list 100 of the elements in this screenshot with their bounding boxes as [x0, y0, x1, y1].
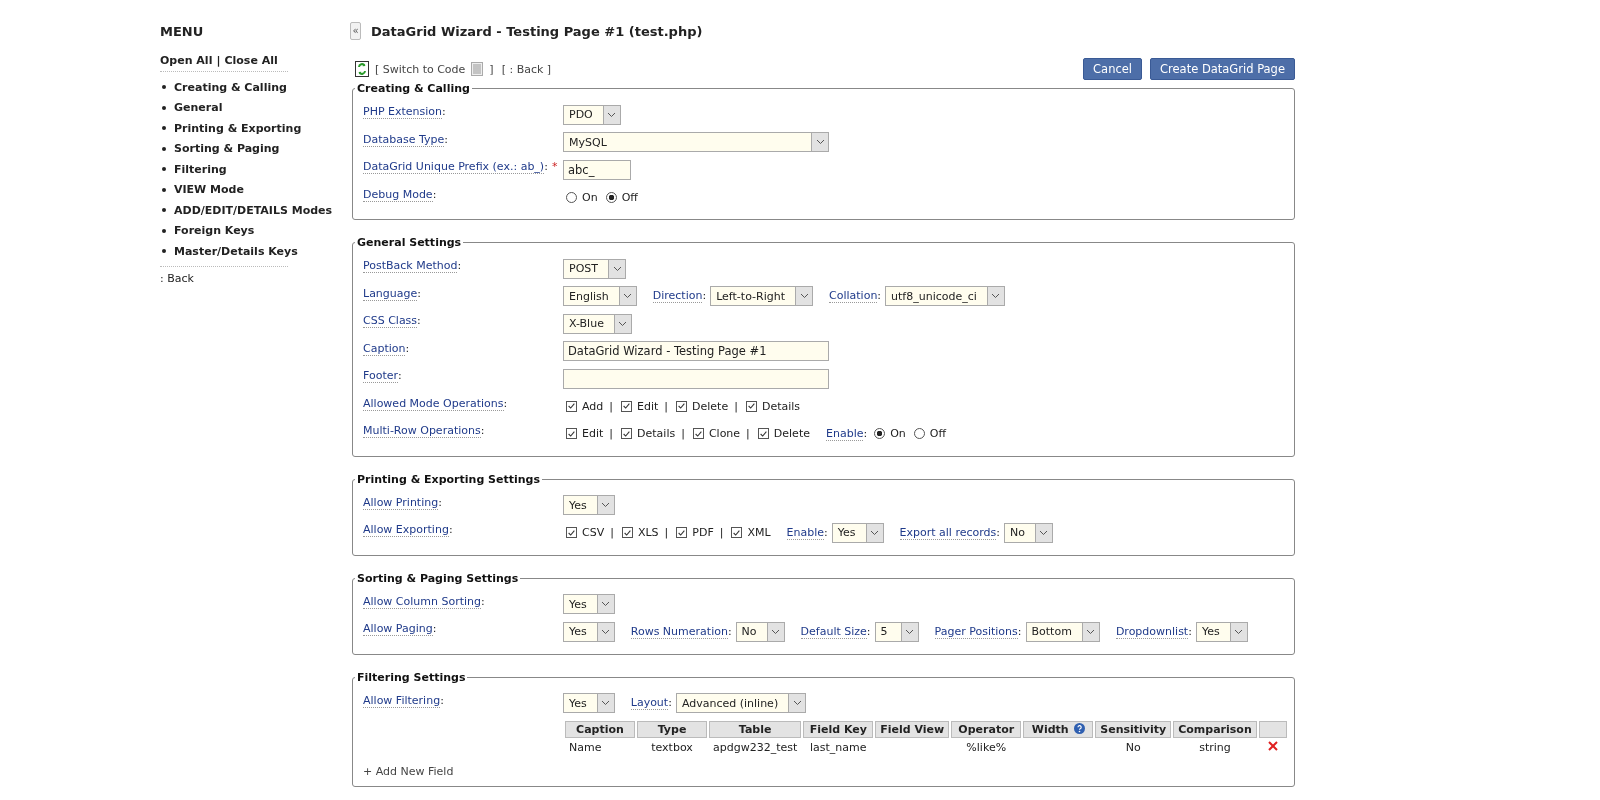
separator: |	[664, 526, 669, 540]
colon: :	[824, 525, 828, 540]
switch-to-code-link[interactable]: [ Switch to Code	[375, 62, 466, 76]
help-icon[interactable]	[1073, 723, 1085, 734]
dropdown[interactable]: Yes	[563, 495, 615, 516]
option-label: Edit	[582, 427, 604, 441]
dropdown[interactable]: No	[735, 621, 785, 642]
dropdown[interactable]: POST	[563, 258, 626, 279]
menu-item[interactable]: Creating & Calling	[174, 80, 287, 94]
bracket: ]	[489, 62, 494, 76]
separator: |	[664, 399, 669, 413]
bullet-icon	[162, 85, 166, 90]
colon: :	[877, 289, 882, 304]
menu-item[interactable]: Foreign Keys	[174, 224, 255, 238]
caret-icon	[1234, 628, 1244, 635]
action-button[interactable]: Cancel	[1083, 58, 1143, 80]
option-label: On	[582, 190, 598, 204]
separator: |	[734, 399, 738, 413]
separator: |	[681, 427, 685, 441]
checkbox[interactable]	[566, 527, 577, 539]
dropdown[interactable]: Yes	[563, 594, 615, 615]
radio-button[interactable]	[605, 191, 617, 203]
option-label: Clone	[708, 427, 741, 441]
delete-icon[interactable]	[1267, 741, 1278, 751]
table-cell: textbox	[651, 741, 693, 754]
field-label: Pager Positions	[934, 624, 1018, 639]
menu-item[interactable]: Printing & Exporting	[174, 121, 302, 135]
table-cell: last_name	[810, 741, 867, 754]
section-title: Printing & Exporting Settings	[356, 472, 542, 486]
column-header: Sensitivity	[1095, 721, 1172, 738]
colon: :	[438, 495, 442, 509]
dropdown[interactable]: PDO	[563, 104, 621, 125]
colon: :	[440, 693, 444, 707]
back-link[interactable]: : Back	[160, 271, 340, 285]
dropdown[interactable]: utf8_unicode_ci	[885, 286, 1005, 307]
caret-icon	[601, 502, 611, 509]
dropdown[interactable]: No	[1004, 522, 1053, 543]
dropdown[interactable]: Bottom	[1025, 621, 1100, 642]
open-all-link[interactable]: Open All	[160, 54, 213, 67]
dropdown[interactable]: 5	[874, 621, 919, 642]
dropdown[interactable]: MySQL	[563, 132, 829, 153]
separator: |	[609, 399, 613, 413]
menu-item[interactable]: Master/Details Keys	[174, 244, 298, 258]
refresh-icon[interactable]	[355, 61, 369, 77]
colon: :	[417, 314, 421, 327]
option-label: On	[890, 427, 906, 441]
dropdown[interactable]: Yes	[563, 621, 615, 642]
action-button[interactable]: Create DataGrid Page	[1150, 58, 1295, 80]
text-field[interactable]	[563, 368, 829, 389]
caret-icon	[792, 700, 802, 707]
menu-item[interactable]: General	[174, 101, 223, 115]
dropdown[interactable]: Left-to-Right	[710, 286, 813, 307]
menu-item[interactable]: Filtering	[174, 162, 227, 176]
back-link[interactable]: [ : Back ]	[501, 62, 552, 76]
field-label: Allowed Mode Operations	[363, 396, 504, 411]
radio-button[interactable]	[874, 428, 886, 440]
colon: :	[417, 286, 421, 300]
checkbox[interactable]	[621, 400, 632, 412]
checkbox[interactable]	[566, 428, 577, 440]
bullet-icon	[162, 167, 166, 172]
checkbox[interactable]	[566, 400, 577, 412]
checkbox[interactable]	[745, 400, 757, 412]
add-field-link[interactable]: + Add New Field	[363, 765, 454, 778]
caret-icon	[1086, 628, 1096, 635]
caret-icon	[601, 601, 611, 608]
bullet-icon	[162, 228, 166, 233]
table-cell: string	[1199, 741, 1231, 754]
option-label: Add	[582, 399, 604, 413]
colon: :	[1188, 624, 1192, 639]
menu-item[interactable]: ADD/EDIT/DETAILS Modes	[174, 203, 333, 217]
dropdown[interactable]: X-Blue	[563, 313, 632, 334]
dropdown[interactable]: Yes	[563, 693, 615, 714]
colon: :	[457, 259, 462, 272]
dropdown[interactable]: English	[563, 286, 637, 307]
caret-icon	[799, 293, 809, 300]
section-title: General Settings	[356, 236, 463, 249]
text-field[interactable]: DataGrid Wizard - Testing Page #1	[563, 341, 829, 362]
checkbox[interactable]	[676, 527, 688, 539]
section-title: Sorting & Paging Settings	[356, 571, 520, 585]
checkbox[interactable]	[676, 400, 688, 412]
collapse-button[interactable]: «	[350, 22, 361, 40]
column-header: Field View	[875, 721, 950, 738]
menu-item[interactable]: Sorting & Paging	[174, 142, 280, 156]
checkbox[interactable]	[621, 428, 633, 440]
close-all-link[interactable]: Close All	[224, 54, 278, 67]
field-label: Footer	[363, 369, 398, 383]
dropdown[interactable]: Yes	[831, 522, 884, 543]
bullet-icon	[162, 249, 166, 254]
colon: :	[432, 622, 437, 635]
checkbox[interactable]	[621, 527, 633, 539]
separator: |	[609, 427, 614, 441]
checkbox[interactable]	[757, 428, 769, 440]
dropdown[interactable]: Yes	[1195, 621, 1248, 642]
dropdown[interactable]: Advanced (inline)	[675, 693, 807, 714]
menu-item[interactable]: VIEW Mode	[174, 183, 244, 197]
checkbox[interactable]	[731, 527, 743, 539]
bullet-icon	[162, 146, 166, 151]
text-field[interactable]: abc_	[563, 159, 631, 180]
caret-icon	[623, 293, 633, 300]
checkbox[interactable]	[692, 428, 704, 440]
